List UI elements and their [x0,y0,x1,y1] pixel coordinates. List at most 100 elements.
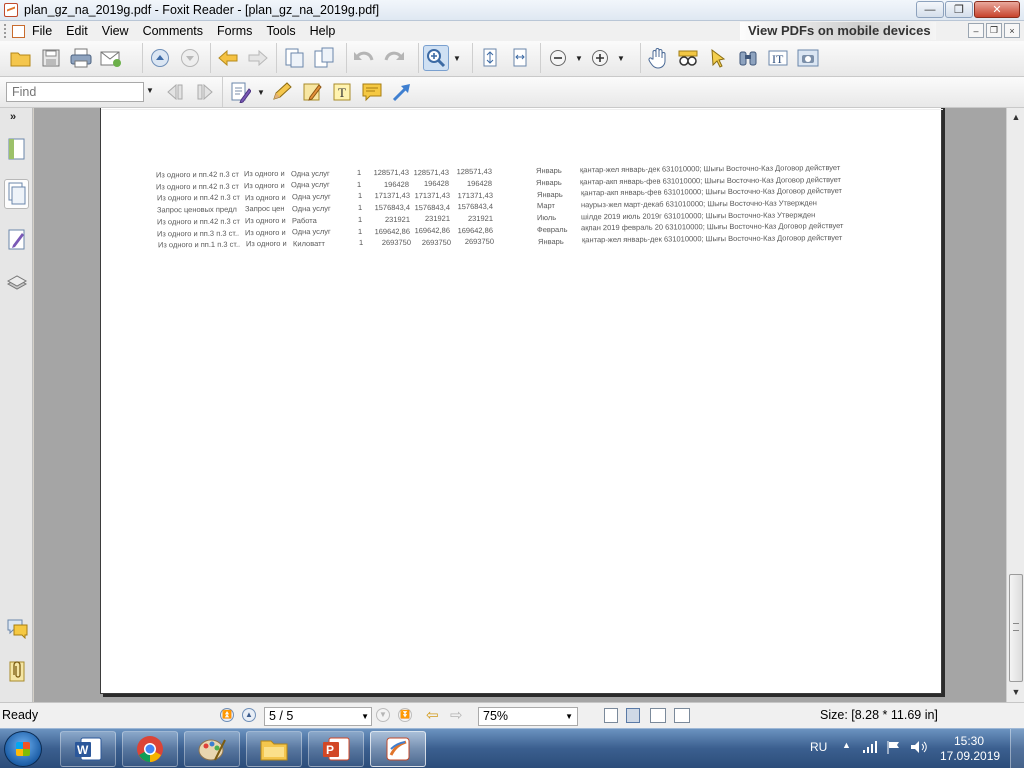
doc-minimize-button[interactable]: – [968,23,984,38]
mobile-banner[interactable]: View PDFs on mobile devices [740,22,936,40]
comments-list-icon[interactable] [4,613,29,643]
table-cell-c: Одна услуг [291,180,331,190]
text-select-icon[interactable]: IT [765,45,791,71]
find-previous-icon[interactable] [162,79,188,105]
doc-close-button[interactable]: × [1004,23,1020,38]
table-cell-a: Из одного и пп.1 п.3 ст.. [157,239,240,250]
bookmarks-panel-icon[interactable] [4,134,29,164]
pages-panel-icon[interactable] [4,179,29,209]
note-pencil-icon[interactable] [299,79,325,105]
typewriter-icon[interactable] [227,79,253,105]
menu-forms[interactable]: Forms [210,24,259,38]
zoom-in-icon[interactable] [587,45,613,71]
menu-file[interactable]: File [25,24,59,38]
scroll-thumb[interactable] [1009,574,1023,682]
next-page-icon[interactable] [177,45,203,71]
table-cell-a: Из одного и пп.42 п.3 ст [156,181,240,192]
pencil-markup-icon[interactable] [269,79,295,105]
forward-arrow-icon[interactable] [245,45,271,71]
fit-page-icon[interactable] [477,45,503,71]
last-page-icon[interactable]: ⏬ [398,708,412,722]
back-arrow-icon[interactable] [215,45,241,71]
table-cell-v2: 169642,86 [414,225,451,236]
page-number-field[interactable]: 5 / 5 ▼ [264,707,372,726]
status-next-page-icon[interactable]: ▼ [376,708,390,722]
undo-icon[interactable] [351,45,377,71]
table-cell-c: Одна услуг [290,168,330,178]
continuous-layout-icon[interactable] [626,708,640,723]
continuous-facing-layout-icon[interactable] [674,708,690,723]
windows-taskbar: W P RU ▲ 15:30 17.09.2019 [0,728,1024,768]
print-icon[interactable] [68,45,94,71]
email-icon[interactable] [98,45,124,71]
maximize-button[interactable]: ❐ [945,1,973,18]
snapshot-camera-icon[interactable] [795,45,821,71]
arrow-tool-icon[interactable] [389,79,415,105]
menu-tools[interactable]: Tools [259,24,302,38]
find-dropdown-icon[interactable]: ▼ [146,86,154,95]
start-button[interactable] [4,731,42,767]
doc-restore-button[interactable]: ❐ [986,23,1002,38]
status-prev-page-icon[interactable]: ▲ [242,708,256,722]
single-page-layout-icon[interactable] [604,708,618,723]
word-taskbar-icon[interactable]: W [60,731,116,767]
previous-page-icon[interactable] [147,45,173,71]
open-folder-icon[interactable] [8,45,34,71]
comment-note-icon[interactable] [359,79,385,105]
volume-icon[interactable] [910,740,928,757]
table-cell-v3: 1576843,4 [457,202,493,212]
binoculars-search-icon[interactable] [735,45,761,71]
hand-tool-icon[interactable] [645,45,671,71]
scroll-down-icon[interactable]: ▼ [1009,684,1023,700]
extract-pages-icon[interactable] [281,45,307,71]
menu-help[interactable]: Help [303,24,343,38]
chrome-taskbar-icon[interactable] [122,731,178,767]
status-forward-icon[interactable]: ⇨ [450,707,463,725]
menu-view[interactable]: View [95,24,136,38]
insert-pages-icon[interactable] [311,45,337,71]
zoom-out-icon[interactable] [545,45,571,71]
explorer-taskbar-icon[interactable] [246,731,302,767]
zoom-in-tool-icon[interactable] [423,45,449,71]
close-button[interactable]: ✕ [974,1,1020,18]
zoom-in-dropdown-icon[interactable]: ▼ [617,54,625,63]
menu-edit[interactable]: Edit [59,24,95,38]
zoom-level-field[interactable]: 75% ▼ [478,707,578,726]
title-bar: plan_gz_na_2019g.pdf - Foxit Reader - [p… [0,0,1024,21]
facing-layout-icon[interactable] [650,708,666,723]
powerpoint-taskbar-icon[interactable]: P [308,731,364,767]
vertical-scrollbar[interactable]: ▲ ▼ [1006,108,1024,702]
system-clock[interactable]: 15:30 17.09.2019 [940,734,1000,764]
show-hidden-icons-icon[interactable]: ▲ [842,740,851,750]
action-center-flag-icon[interactable] [886,740,902,757]
typewriter-dropdown-icon[interactable]: ▼ [257,88,265,97]
reading-glasses-icon[interactable] [675,45,701,71]
layers-panel-icon[interactable] [4,224,29,254]
fit-width-icon[interactable] [507,45,533,71]
scroll-up-icon[interactable]: ▲ [1009,109,1023,125]
paperclip-attachment-icon[interactable] [4,656,29,686]
table-cell-month: Июль [536,213,557,223]
show-desktop-button[interactable] [1010,729,1024,768]
text-box-icon[interactable]: T [329,79,355,105]
menu-comments[interactable]: Comments [136,24,210,38]
redo-icon[interactable] [381,45,407,71]
foxit-taskbar-icon[interactable] [370,731,426,767]
first-page-icon[interactable]: ⏫ [220,708,234,722]
zoom-dropdown-icon[interactable]: ▼ [565,708,573,725]
save-icon[interactable] [38,45,64,71]
select-arrow-icon[interactable] [705,45,731,71]
zoom-out-dropdown-icon[interactable]: ▼ [575,54,583,63]
page-dropdown-icon[interactable]: ▼ [361,708,369,725]
language-indicator[interactable]: RU [810,740,827,754]
find-next-icon[interactable] [192,79,218,105]
status-back-icon[interactable]: ⇦ [426,707,439,725]
document-viewport[interactable]: Из одного и пп.42 п.3 ст Из одного и Одна … [34,108,1006,702]
zoom-tool-dropdown-icon[interactable]: ▼ [453,54,461,63]
paint-taskbar-icon[interactable] [184,731,240,767]
expand-panel-icon[interactable]: » [10,111,16,123]
attachments-panel-icon[interactable] [4,268,29,298]
network-signal-icon[interactable] [862,740,878,757]
minimize-button[interactable]: — [916,1,944,18]
find-input[interactable] [6,82,144,102]
